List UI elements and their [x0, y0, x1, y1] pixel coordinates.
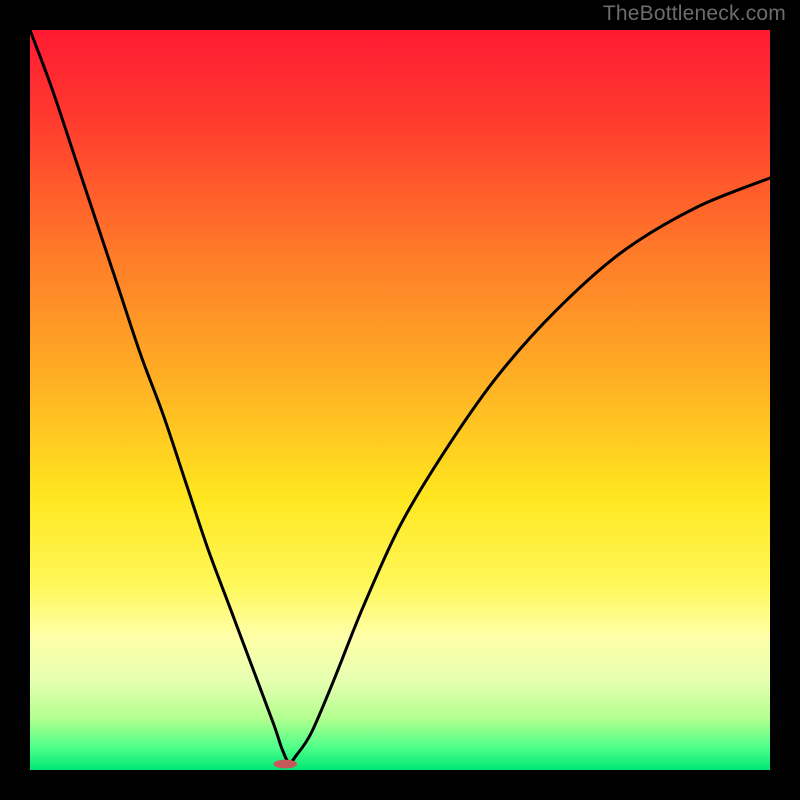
gradient-background [30, 30, 770, 770]
bottleneck-chart [30, 30, 770, 770]
optimum-marker [273, 760, 297, 769]
watermark-text: TheBottleneck.com [603, 2, 786, 26]
plot-area [30, 30, 770, 770]
chart-outer: TheBottleneck.com [0, 0, 800, 800]
